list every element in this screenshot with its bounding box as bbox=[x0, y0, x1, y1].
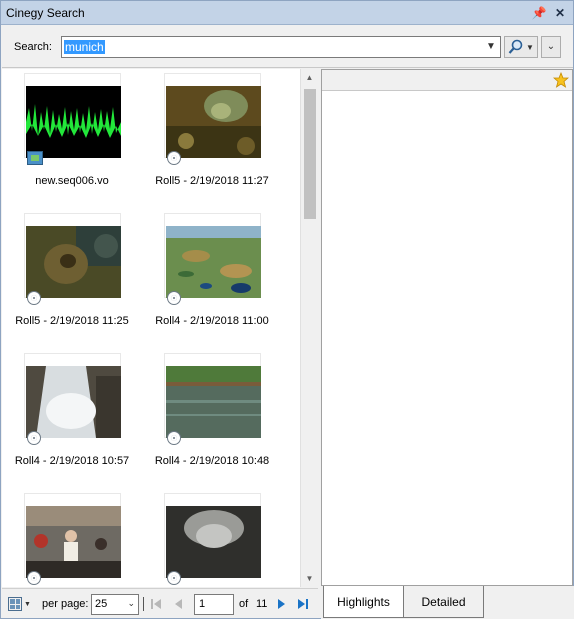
star-icon[interactable] bbox=[553, 72, 569, 88]
results-pane: new.seq006.vo Roll5 - 2/19/2018 11:27 Ro… bbox=[2, 69, 318, 587]
result-label: Roll4 - 2/19/2018 11:00 bbox=[155, 315, 269, 327]
clip-reel-icon bbox=[27, 291, 41, 305]
aerial-landscape-thumbnail bbox=[166, 226, 261, 298]
next-page-icon[interactable] bbox=[274, 597, 288, 611]
clip-reel-icon bbox=[167, 431, 181, 445]
per-page-label: per page: bbox=[42, 598, 89, 610]
result-item[interactable] bbox=[2, 489, 142, 587]
result-item[interactable]: Roll4 - 2/19/2018 10:57 bbox=[2, 349, 142, 479]
page-number-value: 1 bbox=[199, 598, 206, 610]
fish-underwater-thumbnail bbox=[26, 226, 121, 298]
thumbnail-frame bbox=[24, 353, 121, 445]
search-window: Cinegy Search 📌 ✕ Search: munich ▼ ▼ ⌄ n… bbox=[0, 0, 574, 619]
search-bar: Search: munich ▼ ▼ ⌄ bbox=[2, 26, 573, 68]
separator bbox=[143, 597, 144, 611]
scroll-down-icon[interactable]: ▼ bbox=[301, 570, 318, 587]
last-page-icon[interactable] bbox=[296, 597, 310, 611]
details-tabs: Highlights Detailed bbox=[321, 586, 574, 619]
details-pane bbox=[321, 69, 573, 586]
waterfall-thumbnail bbox=[26, 366, 121, 438]
chevron-down-icon: ▼ bbox=[24, 600, 31, 608]
clip-reel-icon bbox=[167, 291, 181, 305]
clip-reel-icon bbox=[27, 431, 41, 445]
result-label: Roll5 - 2/19/2018 11:27 bbox=[155, 175, 269, 187]
search-value[interactable]: munich bbox=[64, 40, 105, 54]
result-item[interactable]: Roll5 - 2/19/2018 11:25 bbox=[2, 209, 142, 339]
per-page-select[interactable]: 25 ⌄ bbox=[91, 594, 139, 615]
result-item[interactable] bbox=[142, 489, 282, 587]
page-number-input[interactable]: 1 bbox=[194, 594, 234, 615]
clip-reel-icon bbox=[167, 571, 181, 585]
result-item[interactable]: Roll4 - 2/19/2018 10:48 bbox=[142, 349, 282, 479]
of-label: of bbox=[239, 598, 249, 610]
scrollbar-thumb[interactable] bbox=[304, 89, 316, 219]
result-label: Roll4 - 2/19/2018 10:48 bbox=[154, 455, 270, 467]
river-thumbnail bbox=[166, 366, 261, 438]
first-page-icon[interactable] bbox=[149, 597, 163, 611]
view-mode-button[interactable]: ▼ bbox=[8, 596, 34, 612]
results-scrollbar[interactable]: ▲ ▼ bbox=[300, 69, 318, 587]
search-label: Search: bbox=[14, 41, 52, 53]
thumbnail-frame bbox=[164, 493, 261, 585]
window-title: Cinegy Search bbox=[6, 5, 85, 20]
sequence-icon bbox=[27, 151, 43, 165]
chevron-down-icon: ⌄ bbox=[546, 41, 556, 52]
search-input[interactable]: munich ▼ bbox=[61, 36, 501, 58]
thumbnail-frame bbox=[164, 213, 261, 305]
details-header bbox=[322, 70, 572, 91]
thumbnail-frame bbox=[24, 73, 121, 165]
tab-highlights[interactable]: Highlights bbox=[323, 586, 404, 618]
result-label: Roll4 - 2/19/2018 10:57 bbox=[14, 455, 130, 467]
tab-detailed[interactable]: Detailed bbox=[403, 586, 484, 618]
result-item[interactable]: Roll5 - 2/19/2018 11:27 bbox=[142, 69, 282, 199]
grid-view-icon bbox=[8, 597, 22, 611]
pager-bar: ▼ per page: 25 ⌄ 1 of 11 bbox=[2, 588, 318, 618]
previous-page-icon[interactable] bbox=[172, 597, 186, 611]
clip-reel-icon bbox=[167, 151, 181, 165]
pin-icon[interactable]: 📌 bbox=[531, 5, 547, 21]
clip-reel-icon bbox=[27, 571, 41, 585]
cafe-crowd-thumbnail bbox=[26, 506, 121, 578]
thumbnail-frame bbox=[164, 353, 261, 445]
result-item[interactable]: Roll4 - 2/19/2018 11:00 bbox=[142, 209, 282, 339]
total-pages: 11 bbox=[256, 598, 268, 610]
chevron-down-icon[interactable]: ▼ bbox=[483, 38, 499, 56]
result-item[interactable]: new.seq006.vo bbox=[2, 69, 142, 199]
search-dropdown-arrow-icon[interactable]: ▼ bbox=[526, 43, 534, 52]
per-page-value: 25 bbox=[95, 598, 108, 610]
thumbnail-frame bbox=[24, 493, 121, 585]
close-icon[interactable]: ✕ bbox=[552, 5, 568, 21]
scroll-up-icon[interactable]: ▲ bbox=[301, 69, 318, 86]
mist-thumbnail bbox=[166, 506, 261, 578]
search-button[interactable]: ▼ bbox=[504, 36, 538, 58]
audio-waveform-thumbnail bbox=[26, 86, 121, 158]
title-bar: Cinegy Search 📌 ✕ bbox=[1, 1, 573, 25]
options-button[interactable]: ⌄ bbox=[541, 36, 561, 58]
fish-underwater-thumbnail bbox=[166, 86, 261, 158]
chevron-down-icon: ⌄ bbox=[127, 598, 135, 608]
search-icon bbox=[508, 39, 523, 54]
thumbnail-frame bbox=[164, 73, 261, 165]
result-label: new.seq006.vo bbox=[35, 175, 109, 187]
thumbnail-frame bbox=[24, 213, 121, 305]
result-label: Roll5 - 2/19/2018 11:25 bbox=[15, 315, 129, 327]
